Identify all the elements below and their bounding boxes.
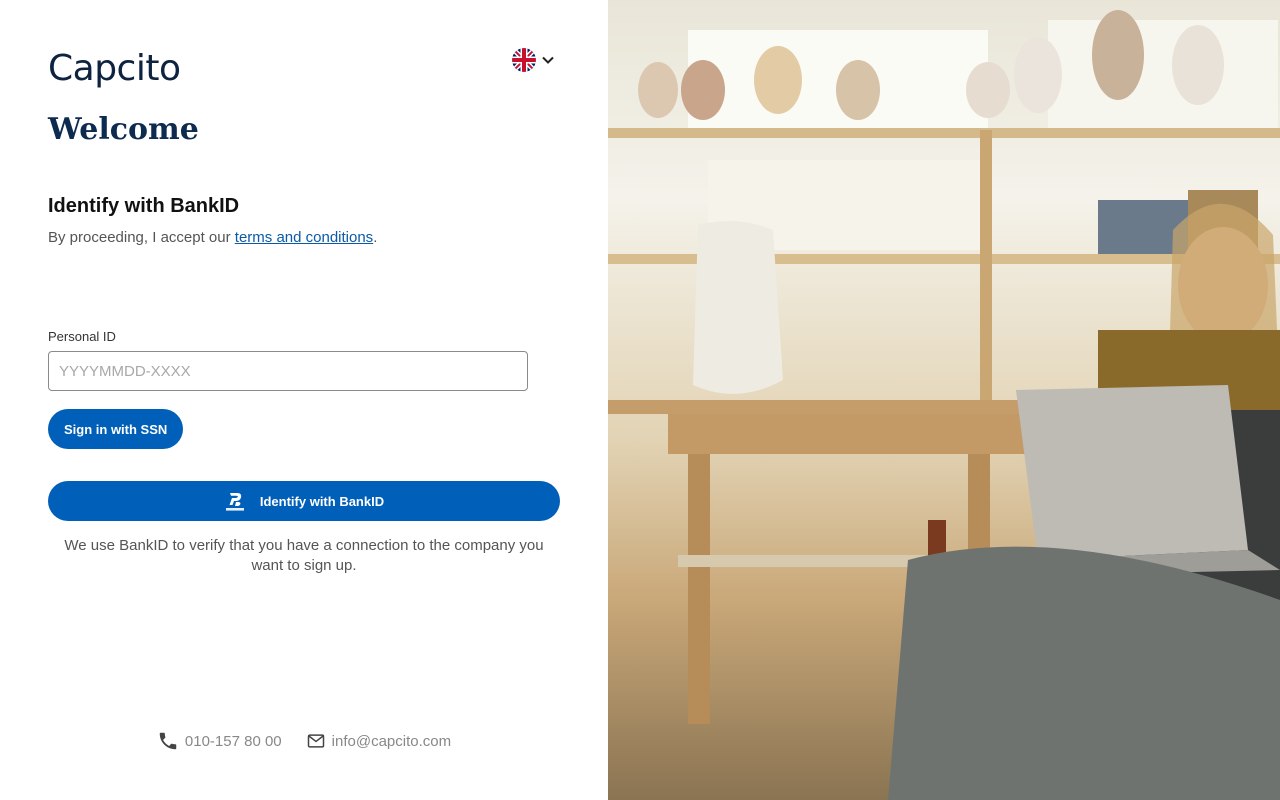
sign-in-ssn-button[interactable]: Sign in with SSN [48, 409, 184, 449]
chevron-down-icon [542, 56, 554, 64]
terms-link[interactable]: terms and conditions [235, 229, 373, 246]
contact-phone[interactable]: 010-157 80 00 [157, 730, 282, 752]
login-panel: Capcito Welcome Identify with BankID By … [0, 0, 608, 800]
contact-email[interactable]: info@capcito.com [306, 730, 451, 752]
personal-id-label: Personal ID [48, 329, 116, 344]
terms-prefix: By proceeding, I accept our [48, 229, 235, 246]
page-title: Welcome [48, 112, 199, 147]
identify-bankid-button[interactable]: Identify with BankID [48, 481, 560, 521]
personal-id-input[interactable] [48, 351, 528, 391]
studio-photo-illustration [608, 10, 1280, 800]
identify-bankid-label: Identify with BankID [259, 493, 385, 509]
bankid-icon [225, 493, 244, 511]
hero-photo [608, 0, 1280, 800]
terms-suffix: . [373, 229, 378, 246]
identify-heading: Identify with BankID [48, 195, 240, 217]
language-selector[interactable] [512, 48, 556, 72]
mail-icon [307, 734, 324, 748]
phone-icon [159, 732, 177, 750]
phone-number: 010-157 80 00 [184, 732, 282, 750]
capcito-logo[interactable]: Capcito [48, 48, 181, 89]
email-address: info@capcito.com [331, 732, 452, 750]
terms-text: By proceeding, I accept our terms and co… [48, 229, 377, 246]
bankid-explanation: We use BankID to verify that you have a … [64, 537, 544, 574]
contact-footer: 010-157 80 00 info@capcito.com [0, 730, 608, 752]
uk-flag-icon [512, 48, 536, 72]
